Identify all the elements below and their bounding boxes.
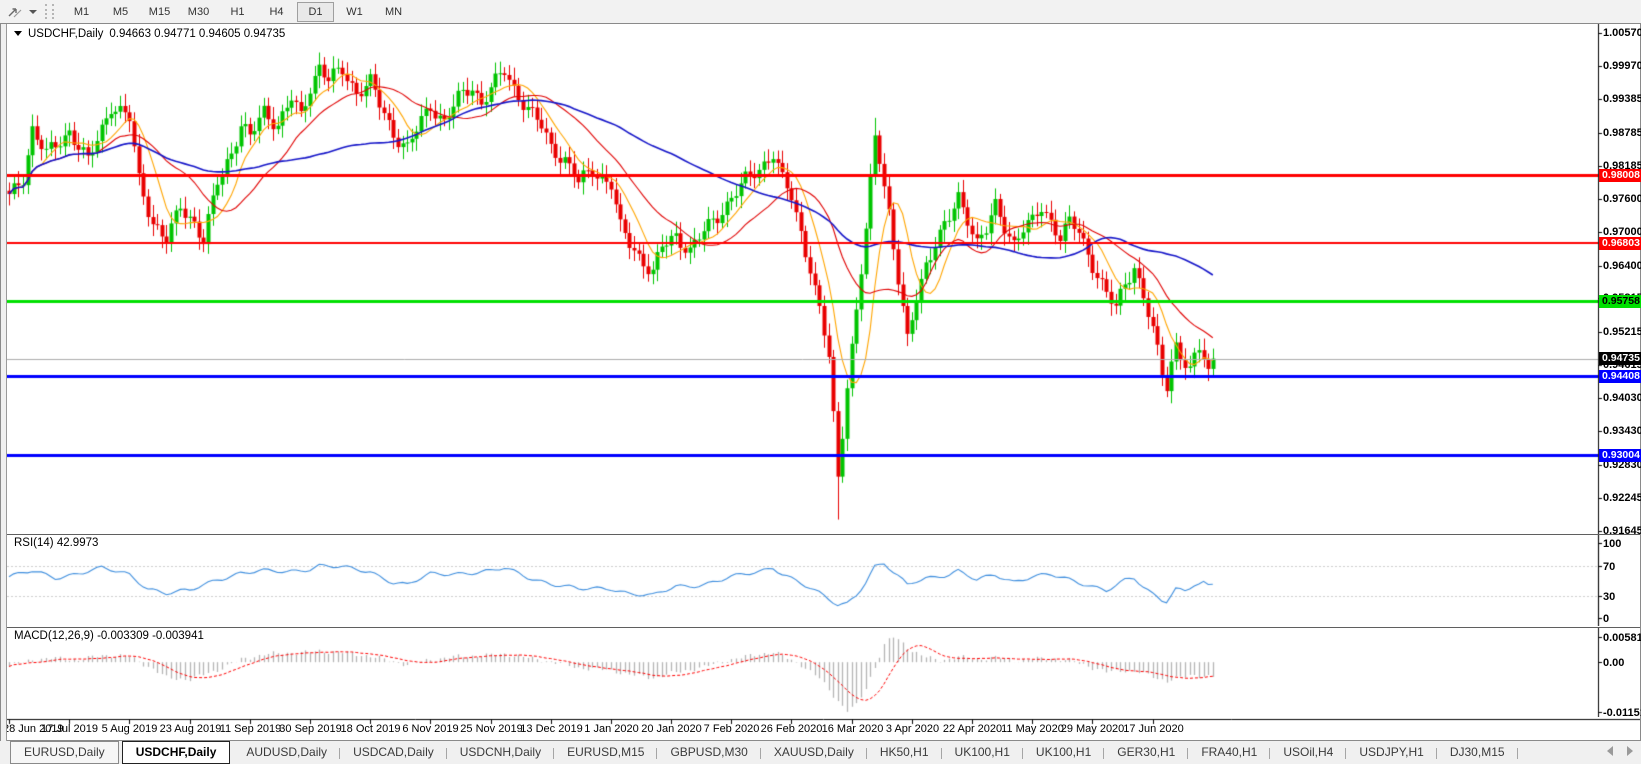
rsi-axis-tick-label: 0 xyxy=(1603,612,1610,625)
time-axis-date-label: 25 Nov 2019 xyxy=(460,723,523,735)
tab-gbpusd-m30[interactable]: GBPUSD,M30 xyxy=(657,742,762,763)
chart-window: USDCHF,Daily 0.94663 0.94771 0.94605 0.94… xyxy=(0,23,1641,741)
tab-usoil-h4[interactable]: USOil,H4 xyxy=(1270,742,1347,763)
time-axis-date-label: 6 Nov 2019 xyxy=(402,723,459,735)
price-axis-tick-label: 0.96400 xyxy=(1603,259,1641,272)
price-axis-tick-label: 0.91645 xyxy=(1603,525,1641,537)
time-axis-date-label: 29 May 2020 xyxy=(1060,723,1125,735)
rsi-axis-tick-label: 70 xyxy=(1603,560,1616,573)
tab-uk100-h1[interactable]: UK100,H1 xyxy=(942,742,1024,763)
tab-audusd-daily[interactable]: AUDUSD,Daily xyxy=(233,742,340,763)
macd-axis-tick-label: -0.011514 xyxy=(1603,706,1641,719)
tab-eurusd-m15[interactable]: EURUSD,M15 xyxy=(554,742,658,763)
hline-price-badge[interactable]: 0.95758 xyxy=(1599,295,1641,308)
tab-scrollers xyxy=(1607,746,1633,756)
tab-scroll-right-icon[interactable] xyxy=(1627,746,1633,756)
rsi-axis-tick-label: 100 xyxy=(1603,537,1622,550)
macd-panel: MACD(12,26,9) -0.003309 -0.003941 0.0058… xyxy=(1,627,1641,719)
time-axis-date-label: 30 Sep 2019 xyxy=(279,723,342,735)
rsi-axis-tick-label: 30 xyxy=(1603,590,1616,603)
toolbar-drag-handle[interactable] xyxy=(45,4,54,19)
time-axis-date-label: 11 May 2020 xyxy=(1001,723,1064,735)
window-left-frame xyxy=(1,24,7,741)
price-axis-tick-label: 0.98785 xyxy=(1603,126,1641,139)
macd-axis-tick-label: 0.00 xyxy=(1603,656,1625,669)
tab-eurusd-daily[interactable]: EURUSD,Daily xyxy=(10,741,119,764)
time-axis-date-label: 20 Jan 2020 xyxy=(641,723,702,735)
time-axis-date-label: 5 Aug 2019 xyxy=(101,723,158,735)
timeframe-m30-button[interactable]: M30 xyxy=(180,2,217,22)
tab-dj30-m15[interactable]: DJ30,M15 xyxy=(1437,742,1518,763)
rsi-canvas[interactable] xyxy=(1,535,1640,626)
price-axis-tick-label: 1.00570 xyxy=(1603,27,1641,39)
price-chart-canvas[interactable] xyxy=(1,24,1640,534)
chevron-down-icon xyxy=(29,9,37,14)
tab-ger30-h1[interactable]: GER30,H1 xyxy=(1104,742,1189,763)
time-axis-date-label: 23 Aug 2019 xyxy=(159,723,222,735)
time-axis-date-label: 17 Jun 2020 xyxy=(1123,723,1184,735)
rsi-panel: RSI(14) 42.9973 100 70 30 0 xyxy=(1,534,1640,627)
tab-hk50-h1[interactable]: HK50,H1 xyxy=(867,742,942,763)
timeframe-m5-button[interactable]: M5 xyxy=(102,2,139,22)
chart-tab-bar: EURUSD,Daily USDCHF,Daily AUDUSD,Daily U… xyxy=(0,740,1641,764)
price-axis-tick-label: 0.93430 xyxy=(1603,425,1641,438)
price-axis-tick-label: 0.97600 xyxy=(1603,192,1641,205)
hline-price-badge[interactable]: 0.96803 xyxy=(1599,236,1641,250)
chart-ohlc-values: 0.94663 0.94771 0.94605 0.94735 xyxy=(109,28,286,40)
timeframe-m15-button[interactable]: M15 xyxy=(141,2,178,22)
chart-symbol-label: USDCHF,Daily xyxy=(28,28,104,40)
price-axis-tick-label: 0.99970 xyxy=(1603,60,1641,73)
timeframe-h4-button[interactable]: H4 xyxy=(258,2,295,22)
tab-usdcnh-daily[interactable]: USDCNH,Daily xyxy=(447,742,555,763)
hline-price-badge[interactable]: 0.98008 xyxy=(1599,169,1641,183)
time-axis-date-label: 13 Dec 2019 xyxy=(520,723,583,735)
timeframe-mn-button[interactable]: MN xyxy=(375,2,412,22)
time-axis-date-label: 17 Jul 2019 xyxy=(41,723,98,735)
time-axis-date-label: 22 Apr 2020 xyxy=(942,723,1003,735)
tab-xauusd-daily[interactable]: XAUUSD,Daily xyxy=(761,742,867,763)
time-axis-date-label: 16 Mar 2020 xyxy=(821,723,884,735)
tab-usdchf-daily[interactable]: USDCHF,Daily xyxy=(121,741,231,764)
price-axis-tick-label: 0.95215 xyxy=(1603,325,1641,338)
timeframe-d1-button[interactable]: D1 xyxy=(297,1,334,22)
tab-scroll-left-icon[interactable] xyxy=(1607,746,1613,756)
tab-fra40-h1[interactable]: FRA40,H1 xyxy=(1188,742,1271,763)
time-axis-date-label: 1 Jan 2020 xyxy=(584,723,639,735)
chart-tools-dropdown-button[interactable] xyxy=(27,2,39,21)
time-axis-date-label: 26 Feb 2020 xyxy=(760,723,823,735)
time-axis-date-label: 7 Feb 2020 xyxy=(703,723,760,735)
chart-tools-icon[interactable] xyxy=(3,2,27,21)
rsi-label: RSI(14) 42.9973 xyxy=(14,537,99,549)
chart-title: USDCHF,Daily 0.94663 0.94771 0.94605 0.94… xyxy=(14,28,285,40)
time-axis-date-label: 3 Apr 2020 xyxy=(885,723,940,735)
time-axis[interactable]: 28 Jun 2019 17 Jul 2019 5 Aug 2019 23 Aug 2… xyxy=(1,718,1640,740)
tab-uk100-h1-2[interactable]: UK100,H1 xyxy=(1023,742,1105,763)
price-axis-tick-label: 0.94030 xyxy=(1603,391,1641,404)
current-price-badge[interactable]: 0.94735 xyxy=(1599,352,1641,366)
price-axis-tick-label: 0.92245 xyxy=(1603,491,1641,504)
timeframe-h1-button[interactable]: H1 xyxy=(219,2,256,22)
top-toolbar: M1 M5 M15 M30 H1 H4 D1 W1 MN xyxy=(0,0,1641,24)
pointer-lines-icon xyxy=(8,7,22,17)
time-axis-date-label: 11 Sep 2019 xyxy=(219,723,282,735)
collapse-arrow-icon[interactable] xyxy=(14,31,22,37)
timeframe-w1-button[interactable]: W1 xyxy=(336,2,373,22)
macd-axis-tick-label: 0.005818 xyxy=(1603,631,1641,644)
macd-canvas[interactable] xyxy=(1,628,1640,717)
hline-price-badge[interactable]: 0.93004 xyxy=(1599,448,1641,462)
macd-label: MACD(12,26,9) -0.003309 -0.003941 xyxy=(14,630,204,642)
hline-price-badge[interactable]: 0.94408 xyxy=(1599,370,1641,384)
time-axis-date-label: 18 Oct 2019 xyxy=(340,723,401,735)
tab-usdcad-daily[interactable]: USDCAD,Daily xyxy=(340,742,447,763)
tab-usdjpy-h1[interactable]: USDJPY,H1 xyxy=(1346,742,1438,763)
price-axis-tick-label: 0.99385 xyxy=(1603,93,1641,106)
price-chart-panel: USDCHF,Daily 0.94663 0.94771 0.94605 0.94… xyxy=(1,24,1641,537)
mt4-terminal: { "toolbar": { "timeframes": ["M1","M5",… xyxy=(0,0,1641,764)
timeframe-m1-button[interactable]: M1 xyxy=(63,2,100,22)
